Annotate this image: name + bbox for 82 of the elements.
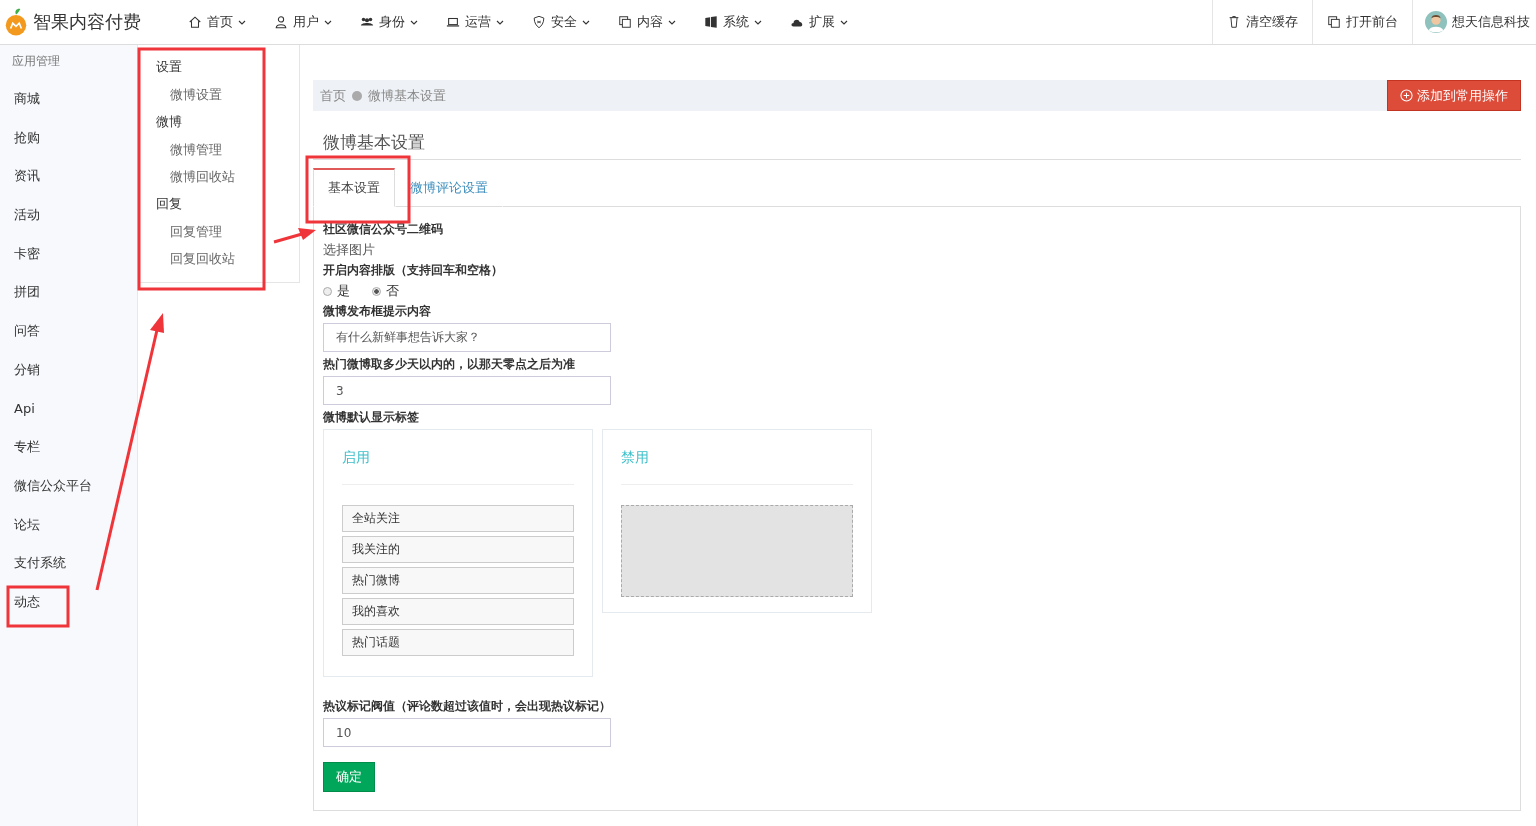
add-to-shortcuts-button[interactable]: 添加到常用操作 xyxy=(1387,80,1521,111)
submenu-item[interactable]: 微博设置 xyxy=(138,83,299,110)
logo-icon xyxy=(3,8,29,36)
input-field[interactable]: 有什么新鲜事想告诉大家？ xyxy=(323,323,611,352)
shield-icon xyxy=(532,15,546,29)
field-label: 微博发布框提示内容 xyxy=(323,303,431,320)
draggable-tag[interactable]: 热门微博 xyxy=(342,567,574,594)
users-icon xyxy=(360,15,374,29)
field-label: 热门微博取多少天以内的，以那天零点之后为准 xyxy=(323,356,575,373)
submenu-item[interactable]: 微博管理 xyxy=(138,138,299,165)
draggable-tag[interactable]: 热门话题 xyxy=(342,629,574,656)
caret-icon xyxy=(238,19,246,25)
submenu-item[interactable]: 回复回收站 xyxy=(138,247,299,274)
sidebar-item[interactable]: 卡密 xyxy=(0,234,137,274)
toolbar-link[interactable]: 清空缓存 xyxy=(1212,0,1312,44)
sidebar-item[interactable]: 专栏 xyxy=(0,428,137,467)
submenu-group-title: 微博 xyxy=(155,113,183,131)
caret-icon xyxy=(754,19,762,25)
sidebar-item[interactable]: 抢购 xyxy=(0,118,137,158)
plus-circle-icon xyxy=(1400,89,1413,102)
tab[interactable]: 基本设置 xyxy=(313,168,395,207)
nav-menu-item[interactable]: 内容 xyxy=(618,13,684,31)
draggable-tag[interactable]: 我的喜欢 xyxy=(342,598,574,625)
toolbar-link[interactable]: 打开前台 xyxy=(1312,0,1412,44)
submenu-item[interactable]: 微博回收站 xyxy=(138,165,299,192)
caret-icon xyxy=(410,19,418,25)
sidebar-item[interactable]: 商城 xyxy=(0,80,137,119)
drop-zone[interactable] xyxy=(621,505,853,597)
submenu-group-title: 设置 xyxy=(155,58,183,76)
sidebar-item[interactable]: 分销 xyxy=(0,350,137,390)
sidebar-item[interactable]: 微信公众平台 xyxy=(0,466,137,506)
user-menu[interactable]: 想天信息科技 xyxy=(1412,0,1536,44)
submenu-group-title: 回复 xyxy=(155,195,183,213)
nav-menu-item[interactable]: 扩展 xyxy=(790,13,856,31)
board-title: 启用 xyxy=(342,448,371,467)
board-title: 禁用 xyxy=(621,448,650,467)
nav-menu-item[interactable]: 安全 xyxy=(532,13,598,31)
sidebar-heading: 应用管理 xyxy=(11,53,61,70)
field-label: 热议标记阀值（评论数超过该值时，会出现热议标记） xyxy=(323,698,611,715)
sidebar-item[interactable]: 活动 xyxy=(0,196,137,235)
field-label: 开启内容排版（支持回车和空格） xyxy=(323,262,503,279)
choose-image-link[interactable]: 选择图片 xyxy=(323,239,375,261)
submenu-item[interactable]: 回复管理 xyxy=(138,220,299,247)
radio-option[interactable]: 是 xyxy=(323,280,350,302)
draggable-tag[interactable]: 我关注的 xyxy=(342,536,574,563)
page-title: 微博基本设置 xyxy=(323,131,426,154)
caret-icon xyxy=(324,19,332,25)
breadcrumb-separator-icon xyxy=(352,90,362,101)
laptop-icon xyxy=(446,15,460,29)
sidebar-item[interactable]: 问答 xyxy=(0,312,137,351)
caret-icon xyxy=(582,19,590,25)
input-field[interactable]: 3 xyxy=(323,376,611,405)
field-label: 社区微信公众号二维码 xyxy=(323,221,443,238)
sidebar-item[interactable]: 论坛 xyxy=(0,505,137,545)
sidebar-item[interactable]: 动态 xyxy=(0,582,137,622)
sidebar-item[interactable]: 支付系统 xyxy=(0,544,137,583)
sidebar-item[interactable]: 资讯 xyxy=(0,157,137,197)
sidebar-item[interactable]: Api xyxy=(0,389,137,429)
input-field[interactable]: 10 xyxy=(323,718,611,747)
nav-menu-item[interactable]: 运营 xyxy=(446,13,512,31)
nav-menu-item[interactable]: 身份 xyxy=(360,13,426,31)
annotation-arrow xyxy=(273,228,316,244)
sidebar-item[interactable]: 拼团 xyxy=(0,273,137,313)
radio-option[interactable]: 否 xyxy=(372,280,399,302)
nav-menu-item[interactable]: 系统 xyxy=(704,13,770,31)
brand-name: 智果内容付费 xyxy=(33,10,141,34)
avatar-icon xyxy=(1425,11,1447,33)
tab[interactable]: 微博评论设置 xyxy=(395,169,503,207)
copy-icon xyxy=(1327,15,1341,29)
windows-icon xyxy=(704,15,718,29)
user-icon xyxy=(274,15,288,29)
draggable-tag[interactable]: 全站关注 xyxy=(342,505,574,532)
home-icon xyxy=(188,15,202,29)
field-label: 微博默认显示标签 xyxy=(323,409,419,426)
caret-icon xyxy=(496,19,504,25)
nav-menu-item[interactable]: 首页 xyxy=(188,13,254,31)
caret-icon xyxy=(668,19,676,25)
caret-icon xyxy=(840,19,848,25)
highlight-frame xyxy=(6,585,70,628)
trash-icon xyxy=(1227,15,1241,29)
nav-menu-item[interactable]: 用户 xyxy=(274,13,340,31)
copy-icon xyxy=(618,15,632,29)
